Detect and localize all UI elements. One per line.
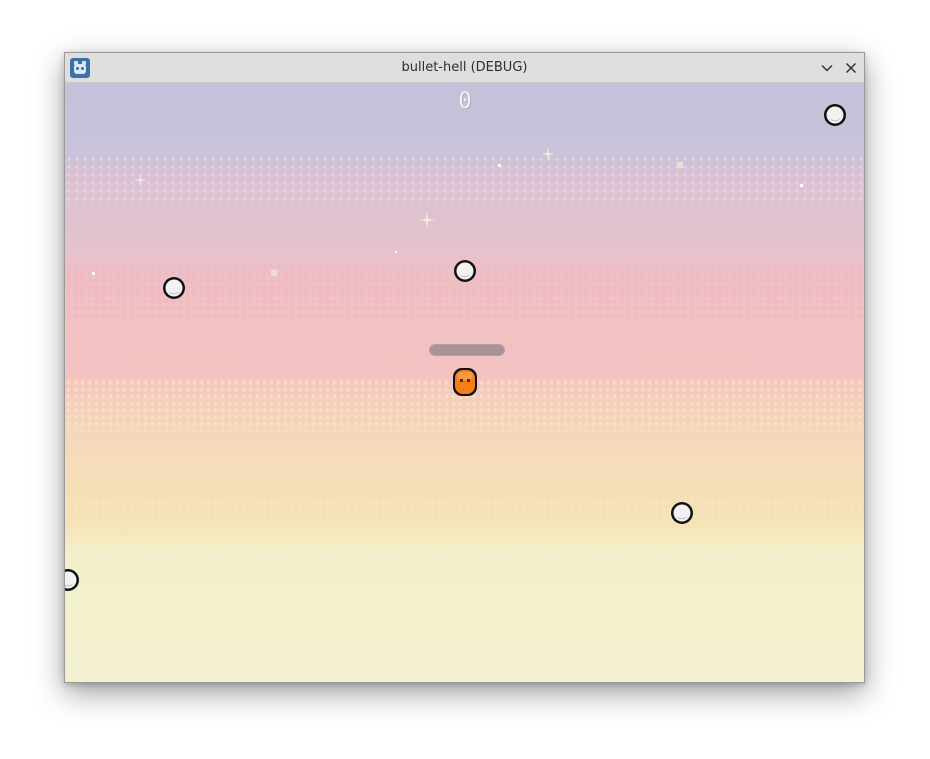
player-character <box>453 368 477 396</box>
enemy-bullet <box>671 502 693 524</box>
player-health-fill <box>430 345 504 355</box>
star-dot <box>677 162 683 168</box>
star-dot <box>271 270 277 276</box>
close-icon <box>846 63 856 73</box>
sparkle-icon <box>133 173 147 187</box>
star-dot <box>92 272 95 275</box>
sparkle-icon <box>419 212 435 228</box>
star-dot <box>395 251 397 253</box>
dither-band <box>65 499 864 549</box>
game-window: bullet-hell (DEBUG) 0 <box>64 52 865 683</box>
enemy-bullet <box>163 277 185 299</box>
score-counter: 0 <box>458 89 472 114</box>
enemy-bullet <box>454 260 476 282</box>
chevron-down-icon <box>821 65 833 72</box>
game-viewport[interactable]: 0 <box>65 83 864 682</box>
minimize-button[interactable] <box>817 58 837 78</box>
player-health-bar <box>429 344 505 356</box>
star-dot <box>800 184 803 187</box>
dither-band <box>65 155 864 207</box>
star-dot <box>498 164 501 167</box>
enemy-bullet <box>65 569 79 591</box>
window-title: bullet-hell (DEBUG) <box>401 60 528 75</box>
sparkle-icon <box>541 147 555 161</box>
enemy-bullet <box>824 104 846 126</box>
title-bar[interactable]: bullet-hell (DEBUG) <box>65 53 864 83</box>
close-button[interactable] <box>841 58 861 78</box>
